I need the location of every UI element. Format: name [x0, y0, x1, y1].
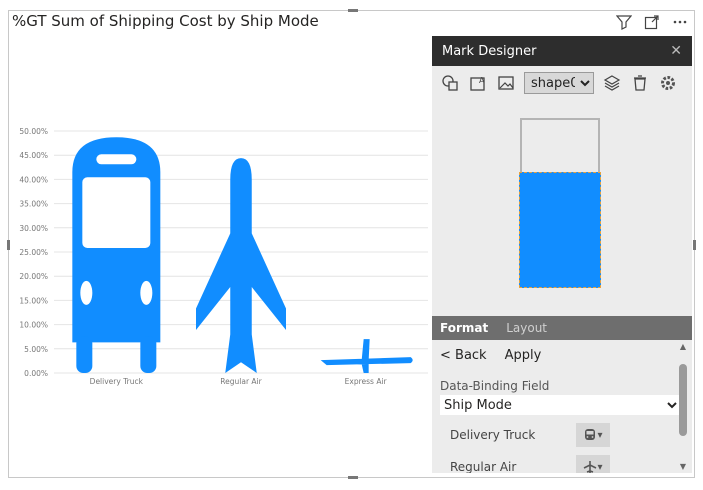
mapping-shape-button[interactable]: ▾	[576, 455, 610, 473]
scroll-down-icon[interactable]: ▼	[678, 462, 688, 471]
panel-title: Mark Designer	[442, 43, 537, 59]
format-nav: < Back Apply	[440, 348, 684, 363]
image-icon[interactable]	[496, 73, 516, 93]
y-tick-label: 40.00%	[19, 175, 48, 184]
designer-toolbar: A shape01	[432, 66, 692, 100]
y-tick-label: 20.00%	[19, 272, 48, 281]
text-icon[interactable]: A	[468, 73, 488, 93]
mapping-row-regular-air: Regular Air ▾	[450, 455, 610, 473]
chevron-down-icon: ▾	[597, 461, 603, 473]
resize-handle-right[interactable]	[693, 240, 696, 250]
y-tick-label: 25.00%	[19, 248, 48, 257]
panel-header: Mark Designer ✕	[432, 36, 692, 66]
data-mark-bus	[72, 137, 161, 373]
data-mark-plane	[320, 339, 413, 373]
chevron-down-icon: ▾	[597, 429, 603, 441]
y-tick-label: 0.00%	[24, 369, 48, 378]
focus-mode-icon[interactable]	[643, 14, 661, 32]
shape-picker-icon[interactable]	[440, 73, 460, 93]
bus-wheel	[140, 336, 157, 373]
delete-icon[interactable]	[630, 73, 650, 93]
bus-windshield	[82, 177, 151, 249]
mapping-shape-button[interactable]: ▾	[576, 423, 610, 447]
shape-fill-selected[interactable]	[519, 172, 601, 288]
binding-field-select[interactable]: Ship Mode	[440, 395, 680, 415]
bus-headlight	[140, 280, 153, 305]
x-tick-label: Express Air	[345, 377, 388, 386]
y-tick-label: 5.00%	[24, 345, 48, 354]
tab-format[interactable]: Format	[440, 321, 488, 335]
y-tick-label: 45.00%	[19, 151, 48, 160]
visual-header-icons	[615, 14, 689, 32]
mapping-label: Regular Air	[450, 460, 517, 473]
bus-icon	[585, 429, 596, 440]
filter-icon[interactable]	[615, 14, 633, 32]
y-tick-label: 30.00%	[19, 224, 48, 233]
x-tick-label: Regular Air	[220, 377, 262, 386]
bus-sign	[96, 154, 137, 165]
resize-handle-bottom[interactable]	[348, 476, 358, 479]
apply-button[interactable]: Apply	[505, 348, 542, 363]
scrollbar-thumb[interactable]	[679, 364, 687, 436]
plane-icon	[584, 461, 597, 473]
mark-designer-panel: Mark Designer ✕ A shape01 Format Layout	[432, 36, 692, 473]
back-button[interactable]: < Back	[440, 348, 487, 363]
x-tick-label: Delivery Truck	[90, 377, 144, 386]
mapping-row-delivery-truck: Delivery Truck ▾	[450, 423, 610, 447]
close-icon[interactable]: ✕	[670, 43, 682, 59]
designer-tabs: Format Layout	[432, 316, 692, 340]
shape-select[interactable]: shape01	[524, 72, 594, 94]
y-tick-label: 10.00%	[19, 321, 48, 330]
mapping-label: Delivery Truck	[450, 428, 536, 442]
svg-text:A: A	[479, 76, 485, 85]
bus-wheel	[76, 336, 93, 373]
more-options-icon[interactable]	[671, 14, 689, 32]
tab-layout[interactable]: Layout	[506, 321, 547, 335]
y-tick-label: 50.00%	[19, 127, 48, 136]
binding-field-label: Data-Binding Field	[440, 379, 550, 393]
design-canvas[interactable]	[432, 100, 692, 316]
scroll-up-icon[interactable]: ▲	[678, 342, 688, 351]
settings-icon[interactable]	[658, 73, 678, 93]
format-scrollbar[interactable]: ▲ ▼	[678, 342, 688, 471]
chart-plot: 0.00% 5.00% 10.00% 15.00% 20.00% 25.00% 30.00%…	[19, 127, 428, 386]
y-tick-label: 15.00%	[19, 296, 48, 305]
bus-headlight	[80, 280, 93, 305]
y-tick-label: 35.00%	[19, 200, 48, 209]
data-mark-plane	[196, 158, 286, 373]
format-pane: < Back Apply Data-Binding Field Ship Mod…	[432, 340, 692, 473]
layers-icon[interactable]	[602, 73, 622, 93]
